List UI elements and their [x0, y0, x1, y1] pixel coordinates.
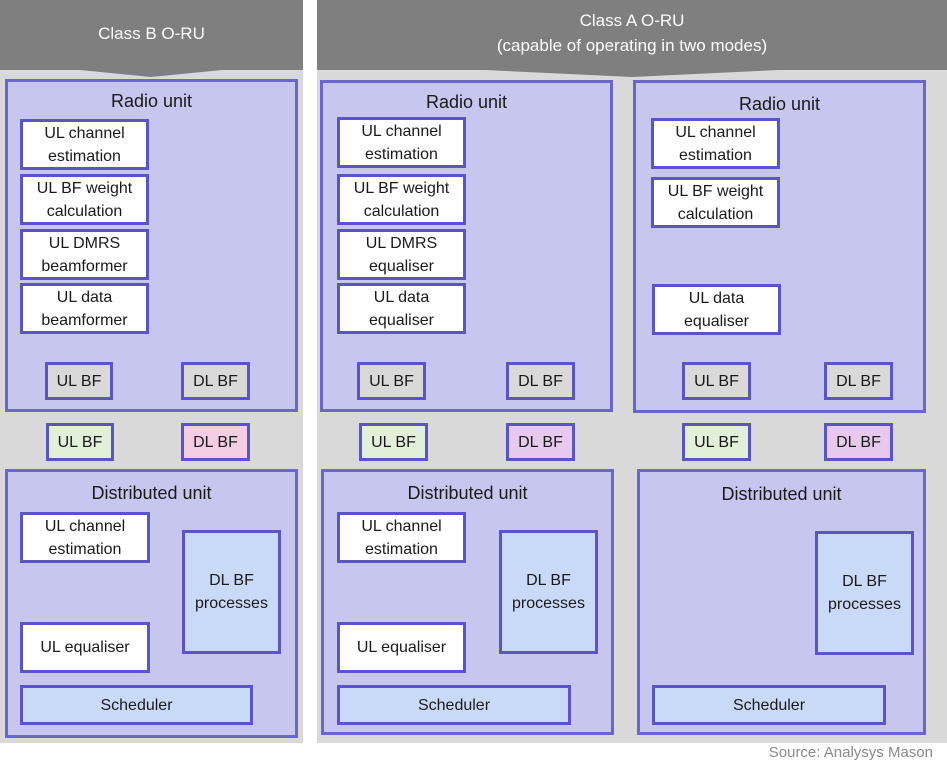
du-ul-equaliser-block: UL equaliser: [20, 622, 150, 673]
class-a-header: Class A O-RU (capable of operating in tw…: [317, 0, 947, 70]
ru-dl-bf-block: DL BF: [824, 362, 893, 400]
class-a-column: Class A O-RU (capable of operating in tw…: [317, 0, 947, 743]
ru-ul-bf-block: UL BF: [357, 362, 426, 400]
ul-channel-estimation-block: UL channel estimation: [651, 118, 780, 169]
distributed-unit-title: Distributed unit: [721, 484, 842, 504]
ul-channel-estimation-block: UL channel estimation: [20, 119, 149, 170]
ul-data-equaliser-block: UL data equaliser: [652, 284, 781, 335]
class-b-column: Class B O-RU Radio unit UL channel estim…: [0, 0, 303, 743]
link-dl-bf-block: DL BF: [824, 423, 893, 461]
du-dl-bf-processes-block: DL BF processes: [815, 531, 914, 655]
radio-unit-title: Radio unit: [425, 92, 508, 112]
ul-bf-weight-calculation-block: UL BF weight calculation: [651, 177, 780, 228]
du-scheduler-block: Scheduler: [652, 685, 886, 725]
ru-dl-bf-block: DL BF: [181, 362, 250, 400]
distributed-unit-title: Distributed unit: [91, 483, 212, 503]
radio-unit-title: Radio unit: [738, 94, 821, 114]
ul-data-equaliser-block: UL data equaliser: [337, 283, 466, 334]
ul-bf-weight-calculation-block: UL BF weight calculation: [337, 174, 466, 225]
ru-ul-bf-block: UL BF: [45, 362, 113, 400]
link-ul-bf-block: UL BF: [682, 423, 751, 461]
link-ul-bf-block: UL BF: [46, 423, 114, 461]
link-ul-bf-block: UL BF: [359, 423, 428, 461]
du-dl-bf-processes-block: DL BF processes: [499, 530, 598, 654]
ul-data-beamformer-block: UL data beamformer: [20, 283, 149, 334]
ul-channel-estimation-block: UL channel estimation: [337, 117, 466, 168]
du-dl-bf-processes-block: DL BF processes: [182, 530, 281, 654]
du-scheduler-block: Scheduler: [337, 685, 571, 725]
radio-unit-title: Radio unit: [110, 91, 193, 111]
link-dl-bf-block: DL BF: [506, 423, 575, 461]
class-a-header-subtitle: (capable of operating in two modes): [496, 36, 768, 55]
du-ul-channel-estimation-block: UL channel estimation: [20, 512, 150, 563]
source-note: Source: Analysys Mason: [768, 744, 933, 761]
class-a-header-title: Class A O-RU: [579, 11, 685, 30]
du-ul-equaliser-block: UL equaliser: [337, 622, 466, 673]
ul-bf-weight-calculation-block: UL BF weight calculation: [20, 174, 149, 225]
link-dl-bf-block: DL BF: [181, 423, 250, 461]
du-ul-channel-estimation-block: UL channel estimation: [337, 512, 466, 563]
ru-dl-bf-block: DL BF: [506, 362, 575, 400]
class-b-header: Class B O-RU: [0, 0, 303, 70]
ul-dmrs-equaliser-block: UL DMRS equaliser: [337, 229, 466, 280]
class-b-header-title: Class B O-RU: [98, 24, 205, 43]
du-scheduler-block: Scheduler: [20, 685, 253, 725]
ul-dmrs-beamformer-block: UL DMRS beamformer: [20, 229, 149, 280]
ru-ul-bf-block: UL BF: [682, 362, 751, 400]
distributed-unit-title: Distributed unit: [407, 483, 528, 503]
